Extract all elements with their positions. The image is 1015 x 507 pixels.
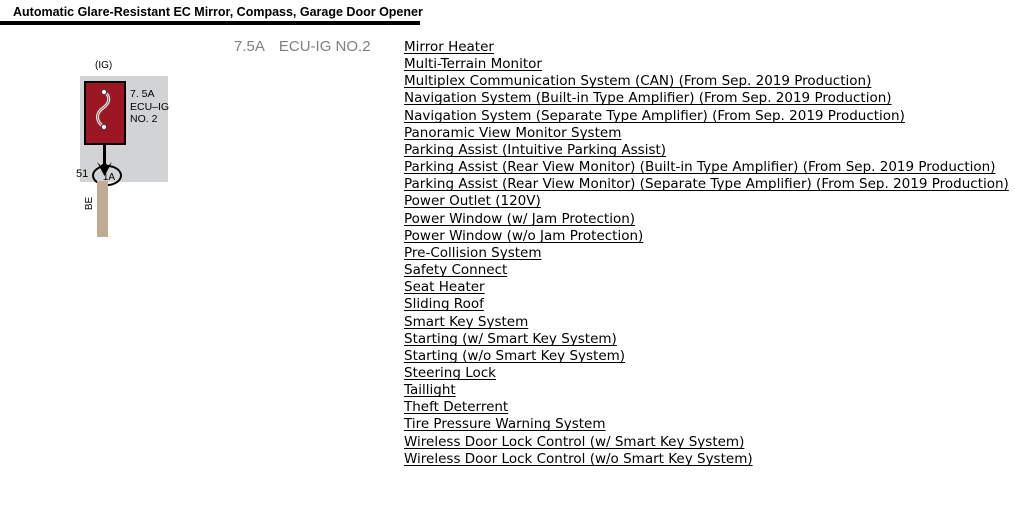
system-link[interactable]: Multi-Terrain Monitor [404, 56, 1012, 73]
page-title: Automatic Glare-Resistant EC Mirror, Com… [13, 5, 423, 19]
system-link[interactable]: Wireless Door Lock Control (w/o Smart Ke… [404, 451, 1012, 468]
system-link[interactable]: Parking Assist (Intuitive Parking Assist… [404, 142, 1012, 159]
system-link[interactable]: Parking Assist (Rear View Monitor) (Buil… [404, 159, 1012, 176]
system-link[interactable]: Power Window (w/o Jam Protection) [404, 228, 1012, 245]
system-link[interactable]: Power Window (w/ Jam Protection) [404, 211, 1012, 228]
system-link[interactable]: Sliding Roof [404, 296, 1012, 313]
ignition-source-label: (IG) [95, 60, 113, 71]
system-link[interactable]: Seat Heater [404, 279, 1012, 296]
wire-color-code-label: BE [84, 196, 96, 211]
fuse-element-icon [96, 88, 111, 131]
system-link[interactable]: Multiplex Communication System (CAN) (Fr… [404, 73, 1012, 90]
wire-strand [97, 181, 108, 237]
system-link[interactable]: Power Outlet (120V) [404, 193, 1012, 210]
fuse-amperage-label: 7.5A [234, 38, 265, 55]
fuse-heading: 7.5A ECU-IG NO.2 [234, 38, 371, 55]
system-link[interactable]: Safety Connect [404, 262, 1012, 279]
system-link[interactable]: Panoramic View Monitor System [404, 125, 1012, 142]
fuse-wiring-diagram: (IG) 7. 5A ECU–IG NO. 2 1A 51 BE [0, 55, 230, 255]
system-link[interactable]: Theft Deterrent [404, 399, 1012, 416]
system-link[interactable]: Wireless Door Lock Control (w/ Smart Key… [404, 434, 1012, 451]
system-link[interactable]: Starting (w/o Smart Key System) [404, 348, 1012, 365]
connected-systems-list: Mirror Heater Multi-Terrain Monitor Multip… [404, 39, 1012, 468]
fuse-rating-number: NO. 2 [130, 113, 158, 125]
system-link[interactable]: Mirror Heater [404, 39, 1012, 56]
system-link[interactable]: Pre-Collision System [404, 245, 1012, 262]
fuse-rating-circuit: ECU–IG [130, 100, 170, 113]
system-link[interactable]: Taillight [404, 382, 1012, 399]
connector-pin-number: 51 [76, 168, 89, 180]
system-link[interactable]: Steering Lock [404, 365, 1012, 382]
system-link[interactable]: Navigation System (Built-in Type Amplifi… [404, 90, 1012, 107]
system-link[interactable]: Parking Assist (Rear View Monitor) (Sepa… [404, 176, 1012, 193]
page-header: Automatic Glare-Resistant EC Mirror, Com… [0, 0, 423, 25]
system-link[interactable]: Tire Pressure Warning System [404, 416, 1012, 433]
fuse-name-label: ECU-IG NO.2 [278, 38, 371, 55]
fuse-rating-amperage: 7. 5A [130, 88, 155, 100]
system-link[interactable]: Smart Key System [404, 314, 1012, 331]
title-underline-rule [0, 21, 420, 25]
system-link[interactable]: Navigation System (Separate Type Amplifi… [404, 108, 1012, 125]
fuse-rating-text: 7. 5A ECU–IG NO. 2 [130, 88, 169, 126]
system-link[interactable]: Starting (w/ Smart Key System) [404, 331, 1012, 348]
